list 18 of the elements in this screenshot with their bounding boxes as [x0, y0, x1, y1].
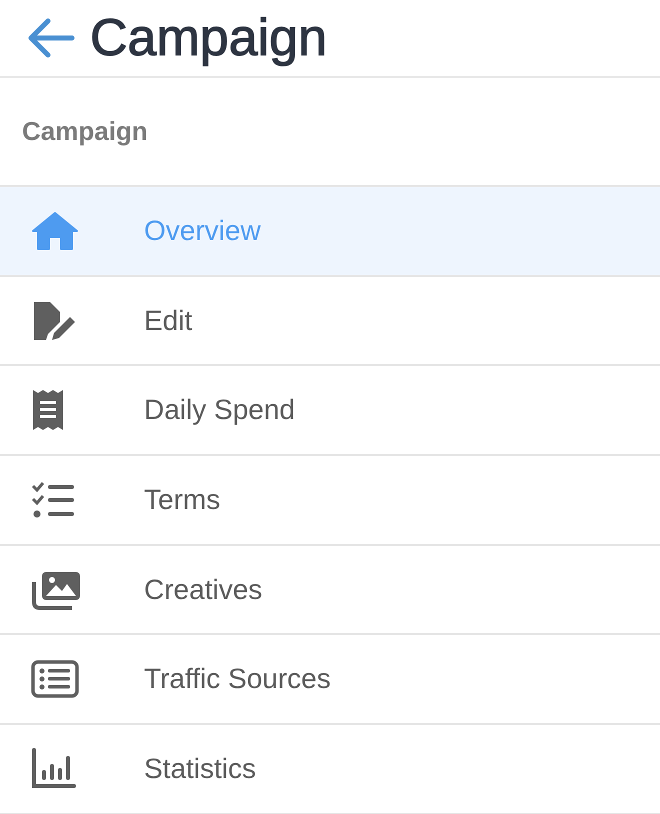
checklist-icon [30, 480, 76, 520]
bar-chart-icon [30, 748, 78, 790]
section-label: Campaign [22, 116, 148, 147]
images-icon [30, 570, 82, 610]
nav-label: Traffic Sources [144, 663, 331, 696]
nav-label: Daily Spend [144, 394, 295, 426]
nav-label: Overview [144, 214, 261, 247]
page-title: Campaign [90, 12, 328, 64]
receipt-icon [30, 388, 66, 432]
nav-label: Creatives [144, 574, 262, 606]
nav-label: Terms [144, 484, 220, 516]
back-button[interactable] [26, 17, 76, 59]
nav-label: Statistics [144, 752, 256, 785]
home-icon [30, 210, 80, 251]
nav-label: Edit [144, 304, 192, 337]
nav-item[interactable]: Edit [0, 276, 660, 366]
list-icon [30, 659, 80, 700]
back-arrow-icon [26, 17, 76, 59]
